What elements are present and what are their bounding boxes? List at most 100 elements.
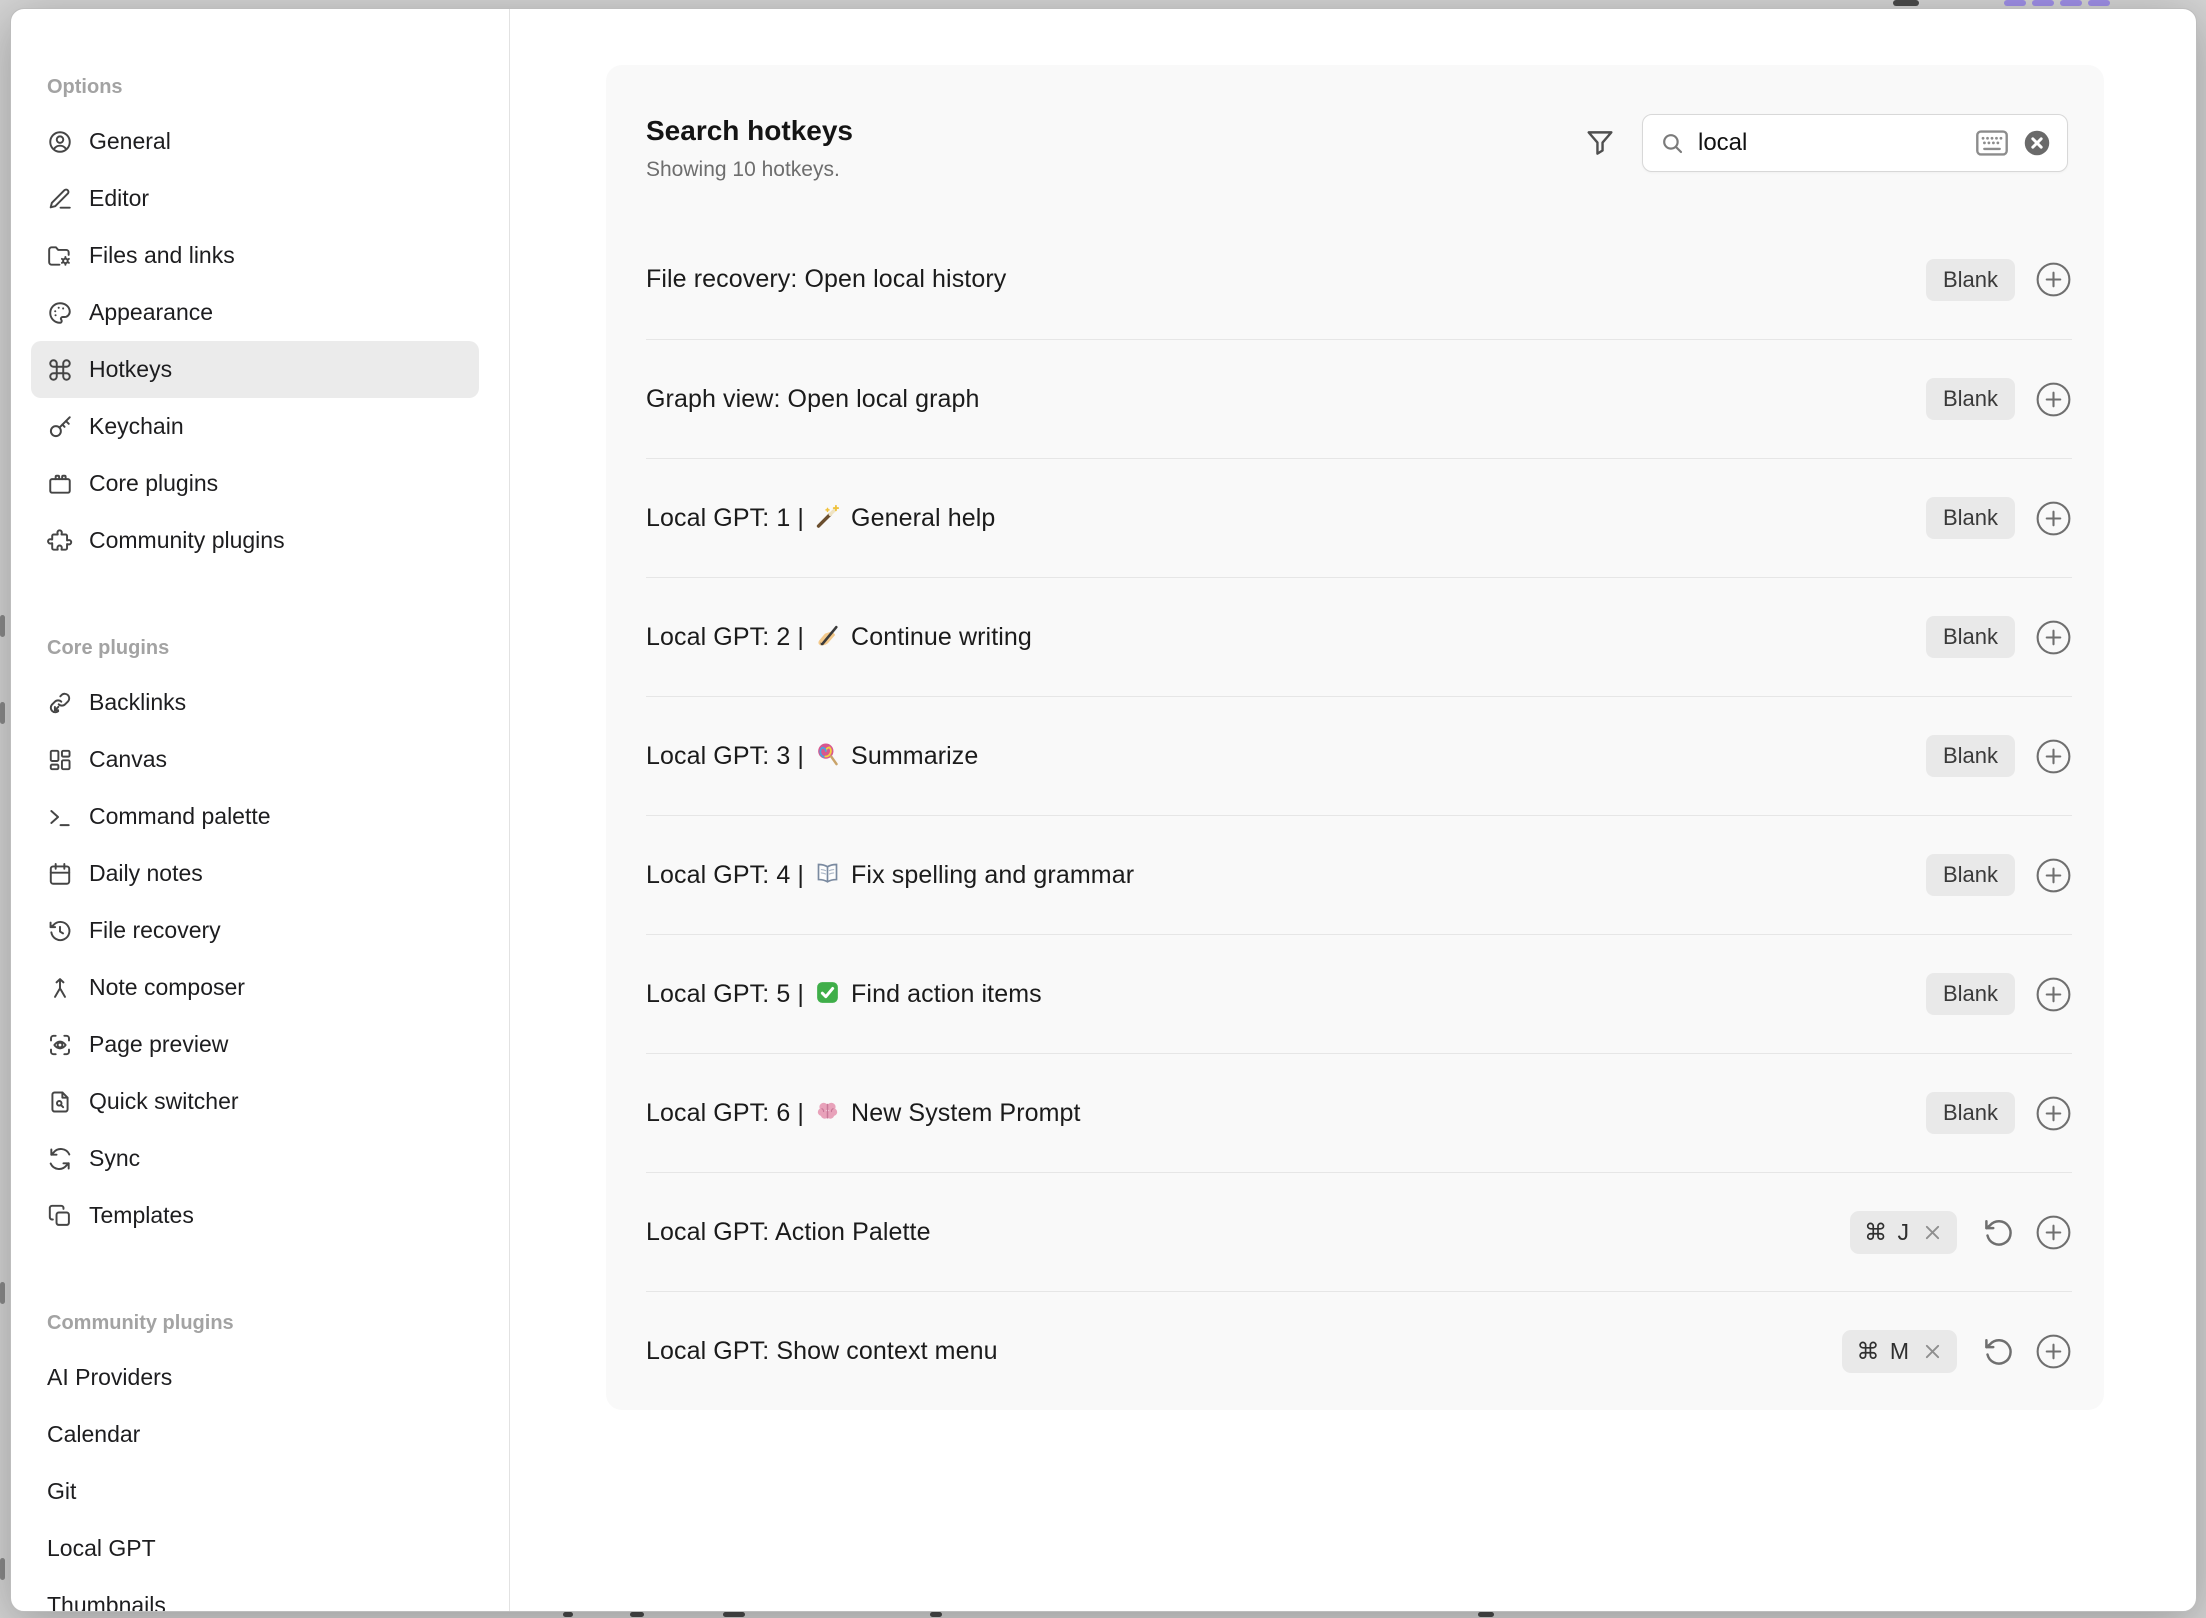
palette-icon <box>47 300 73 326</box>
search-box <box>1642 114 2068 172</box>
hotkey-controls: Blank <box>1926 616 2072 658</box>
background-app-fragment <box>1478 1612 1494 1617</box>
sidebar-item-label: Backlinks <box>89 689 186 716</box>
sidebar-item-backlinks[interactable]: Backlinks <box>31 674 479 731</box>
background-app-fragment <box>930 1612 942 1617</box>
sidebar-item-label: Keychain <box>89 413 184 440</box>
background-app-fragment <box>1893 0 1919 6</box>
sidebar-item-label: AI Providers <box>47 1364 172 1391</box>
hotkey-command-name: File recovery: Open local history <box>646 265 1006 294</box>
blank-binding-badge: Blank <box>1926 973 2015 1015</box>
blank-binding-badge: Blank <box>1926 497 2015 539</box>
hotkey-keys: ⌘ M <box>1856 1338 1911 1365</box>
sidebar-item-command-palette[interactable]: Command palette <box>31 788 479 845</box>
add-hotkey-icon[interactable] <box>2035 500 2072 537</box>
clear-search-icon[interactable] <box>2023 129 2051 157</box>
add-hotkey-icon[interactable] <box>2035 1333 2072 1370</box>
sidebar-item-label: Page preview <box>89 1031 228 1058</box>
keyboard-icon[interactable] <box>1975 129 2009 157</box>
sidebar-item-label: Calendar <box>47 1421 140 1448</box>
hotkey-command-name: Local GPT: 4 | Fix spelling and grammar <box>646 860 1134 890</box>
sidebar-item-local-gpt[interactable]: Local GPT <box>31 1520 479 1577</box>
filter-icon[interactable] <box>1583 126 1617 160</box>
results-count: Showing 10 hotkeys. <box>646 157 853 183</box>
brain-emoji-icon <box>814 1098 841 1125</box>
sidebar-item-quick-switcher[interactable]: Quick switcher <box>31 1073 479 1130</box>
sidebar-item-templates[interactable]: Templates <box>31 1187 479 1244</box>
background-app-fragment <box>723 1612 745 1617</box>
hotkey-row: Graph view: Open local graphBlank <box>646 339 2072 458</box>
add-hotkey-icon[interactable] <box>2035 976 2072 1013</box>
sidebar-item-label: Sync <box>89 1145 140 1172</box>
sidebar-item-sync[interactable]: Sync <box>31 1130 479 1187</box>
hotkey-row: Local GPT: 4 | Fix spelling and grammar B… <box>646 815 2072 934</box>
background-app-fragment <box>0 615 5 637</box>
puzzle-icon <box>47 528 73 554</box>
sidebar-item-label: Appearance <box>89 299 213 326</box>
sidebar-item-canvas[interactable]: Canvas <box>31 731 479 788</box>
sidebar-item-label: Local GPT <box>47 1535 156 1562</box>
terminal-icon <box>47 804 73 830</box>
sidebar-item-git[interactable]: Git <box>31 1463 479 1520</box>
sidebar-item-file-recovery[interactable]: File recovery <box>31 902 479 959</box>
search-controls <box>1583 114 2068 172</box>
add-hotkey-icon[interactable] <box>2035 738 2072 775</box>
sidebar-item-label: Note composer <box>89 974 245 1001</box>
hotkey-controls: Blank <box>1926 854 2072 896</box>
layout-dashboard-icon <box>47 747 73 773</box>
sidebar-item-label: Command palette <box>89 803 271 830</box>
history-icon <box>47 918 73 944</box>
hotkey-row: Local GPT: 3 | SummarizeBlank <box>646 696 2072 815</box>
sidebar-item-core-plugins[interactable]: Core plugins <box>31 455 479 512</box>
folder-cog-icon <box>47 243 73 269</box>
sidebar-item-thumbnails[interactable]: Thumbnails <box>31 1577 479 1611</box>
background-app-fragment <box>2060 0 2082 6</box>
restore-default-icon[interactable] <box>1982 1216 2015 1249</box>
background-app-fragment <box>630 1612 644 1617</box>
sidebar-item-page-preview[interactable]: Page preview <box>31 1016 479 1073</box>
sidebar-item-ai-providers[interactable]: AI Providers <box>31 1349 479 1406</box>
blank-binding-badge: Blank <box>1926 616 2015 658</box>
sidebar-item-label: Daily notes <box>89 860 203 887</box>
hotkey-row: Local GPT: 5 | Find action items Blank <box>646 934 2072 1053</box>
blank-binding-badge: Blank <box>1926 259 2015 301</box>
background-app-fragment <box>563 1612 573 1617</box>
sidebar-item-files-and-links[interactable]: Files and links <box>31 227 479 284</box>
add-hotkey-icon[interactable] <box>2035 1214 2072 1251</box>
sidebar-item-community-plugins[interactable]: Community plugins <box>31 512 479 569</box>
search-input[interactable] <box>1698 129 1975 157</box>
hotkey-command-name: Local GPT: 6 | New System Prompt <box>646 1098 1081 1128</box>
add-hotkey-icon[interactable] <box>2035 1095 2072 1132</box>
add-hotkey-icon[interactable] <box>2035 261 2072 298</box>
sidebar-item-label: File recovery <box>89 917 221 944</box>
remove-hotkey-icon[interactable] <box>1922 1222 1943 1243</box>
remove-hotkey-icon[interactable] <box>1922 1341 1943 1362</box>
lollipop-emoji-icon <box>814 741 841 768</box>
hotkey-command-name: Local GPT: 5 | Find action items <box>646 979 1042 1009</box>
sidebar-item-keychain[interactable]: Keychain <box>31 398 479 455</box>
add-hotkey-icon[interactable] <box>2035 857 2072 894</box>
restore-default-icon[interactable] <box>1982 1335 2015 1368</box>
sidebar-item-general[interactable]: General <box>31 113 479 170</box>
add-hotkey-icon[interactable] <box>2035 381 2072 418</box>
sidebar-item-appearance[interactable]: Appearance <box>31 284 479 341</box>
sidebar-item-note-composer[interactable]: Note composer <box>31 959 479 1016</box>
sidebar-item-hotkeys[interactable]: Hotkeys <box>31 341 479 398</box>
hotkey-chip: ⌘ J <box>1850 1211 1957 1254</box>
hotkeys-header: Search hotkeys Showing 10 hotkeys. <box>606 65 2104 220</box>
sidebar-item-editor[interactable]: Editor <box>31 170 479 227</box>
sidebar-item-label: Files and links <box>89 242 235 269</box>
open-book-emoji-icon <box>814 860 841 887</box>
search-icon <box>1659 130 1685 156</box>
check-mark-emoji-icon <box>814 979 841 1006</box>
hotkey-command-name: Local GPT: Action Palette <box>646 1218 931 1247</box>
hotkey-row: Local GPT: Show context menu⌘ M <box>646 1291 2072 1410</box>
hotkeys-panel: Search hotkeys Showing 10 hotkeys. <box>606 65 2104 1410</box>
hotkeys-list: File recovery: Open local history Blank Gr… <box>606 220 2104 1410</box>
sidebar-item-daily-notes[interactable]: Daily notes <box>31 845 479 902</box>
sidebar-item-calendar[interactable]: Calendar <box>31 1406 479 1463</box>
background-app-fragment <box>0 1558 5 1580</box>
add-hotkey-icon[interactable] <box>2035 619 2072 656</box>
hotkey-command-name: Local GPT: 3 | Summarize <box>646 741 978 771</box>
hotkey-row: Local GPT: 1 | General helpBlank <box>646 458 2072 577</box>
